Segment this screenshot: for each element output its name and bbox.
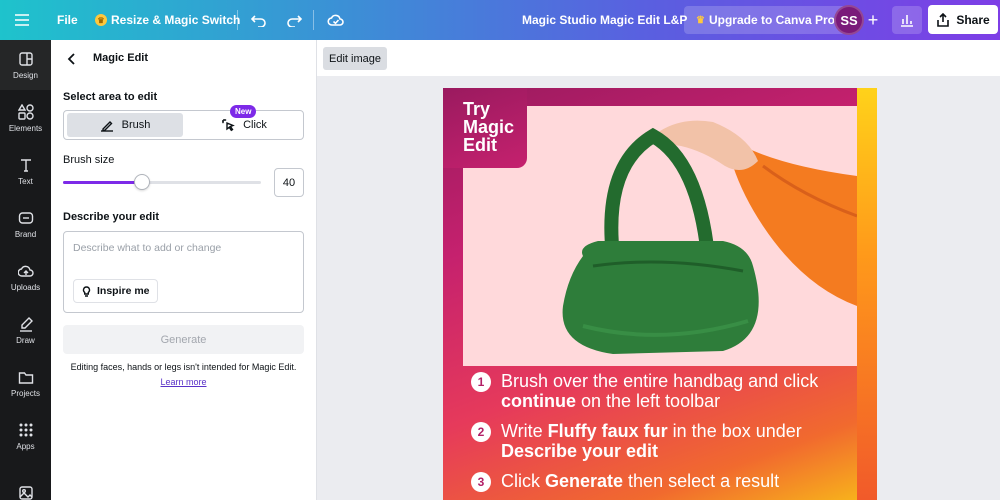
click-cursor-icon bbox=[222, 119, 235, 132]
rail-item-draw[interactable]: Draw bbox=[0, 305, 51, 355]
rail-item-uploads[interactable]: Uploads bbox=[0, 252, 51, 302]
magic-edit-panel: Magic Edit Select area to edit Brush Cli… bbox=[51, 40, 317, 500]
step-item[interactable]: 3 Click Generate then select a result bbox=[471, 471, 861, 492]
apps-grid-icon bbox=[19, 423, 32, 436]
step-text: Generate bbox=[545, 471, 624, 491]
resize-label: Resize & Magic Switch bbox=[111, 13, 241, 27]
rail-label: Draw bbox=[16, 335, 35, 345]
describe-placeholder: Describe what to add or change bbox=[73, 242, 222, 254]
analytics-icon[interactable] bbox=[892, 6, 922, 34]
step-text: Brush over the entire handbag and click bbox=[501, 371, 819, 391]
design-canvas[interactable]: Try Magic Edit 1 Brush over the entire ha… bbox=[443, 88, 877, 500]
rail-item-design[interactable]: Design bbox=[0, 40, 51, 90]
rail-label: Elements bbox=[8, 123, 43, 133]
share-icon bbox=[937, 12, 950, 27]
rail-item-photos[interactable] bbox=[0, 470, 51, 500]
cloud-upload-icon bbox=[17, 265, 34, 277]
step-number: 2 bbox=[471, 422, 491, 442]
crown-icon: ♛ bbox=[696, 14, 705, 26]
edit-image-button[interactable]: Edit image bbox=[323, 47, 387, 70]
avatar[interactable]: SS bbox=[834, 5, 864, 35]
step-number: 3 bbox=[471, 472, 491, 492]
new-badge: New bbox=[230, 105, 257, 118]
pen-icon bbox=[19, 316, 33, 332]
redo-icon[interactable] bbox=[285, 0, 303, 40]
text-icon bbox=[20, 158, 31, 172]
brush-size-slider[interactable] bbox=[63, 174, 261, 190]
image-icon bbox=[18, 486, 33, 500]
rail-label: Design bbox=[13, 70, 38, 80]
select-area-label: Select area to edit bbox=[63, 91, 158, 103]
rail-item-apps[interactable]: Apps bbox=[0, 411, 51, 461]
describe-label: Describe your edit bbox=[63, 211, 159, 223]
brush-label: Brush bbox=[121, 119, 151, 131]
rail-item-elements[interactable]: Elements bbox=[0, 93, 51, 143]
left-rail: Design Elements Text Brand Uploads Draw … bbox=[0, 40, 51, 500]
step-text: Describe your edit bbox=[501, 441, 659, 461]
undo-icon[interactable] bbox=[250, 0, 268, 40]
step-item[interactable]: 2 Write Fluffy faux fur in the box under … bbox=[471, 421, 861, 461]
brush-mode-button[interactable]: Brush bbox=[67, 113, 183, 137]
rail-item-projects[interactable]: Projects bbox=[0, 358, 51, 408]
brand-icon bbox=[18, 211, 33, 224]
crown-icon: ♛ bbox=[95, 14, 107, 26]
divider bbox=[237, 10, 238, 30]
inspire-me-button[interactable]: Inspire me bbox=[73, 279, 158, 303]
divider bbox=[313, 10, 314, 30]
describe-edit-textarea[interactable]: Describe what to add or change Inspire m… bbox=[63, 231, 304, 313]
step-text: Write bbox=[501, 421, 548, 441]
upgrade-button[interactable]: ♛ Upgrade to Canva Pro bbox=[684, 6, 847, 34]
brush-size-input[interactable]: 40 bbox=[274, 168, 304, 197]
file-menu[interactable]: File bbox=[57, 0, 78, 40]
upgrade-label: Upgrade to Canva Pro bbox=[708, 13, 835, 27]
instruction-steps: 1 Brush over the entire handbag and click… bbox=[471, 371, 861, 500]
step-text: on the left toolbar bbox=[576, 391, 721, 411]
step-text: then select a result bbox=[623, 471, 780, 491]
step-item[interactable]: 1 Brush over the entire handbag and click… bbox=[471, 371, 861, 411]
design-title[interactable]: Try Magic Edit bbox=[463, 100, 533, 154]
rail-item-brand[interactable]: Brand bbox=[0, 199, 51, 249]
context-toolbar bbox=[317, 40, 1000, 76]
generate-button[interactable]: Generate bbox=[63, 325, 304, 354]
brush-size-label: Brush size bbox=[63, 154, 115, 166]
shapes-icon bbox=[17, 103, 34, 120]
layout-icon bbox=[18, 51, 33, 66]
rail-label: Text bbox=[18, 176, 33, 186]
click-label: Click bbox=[243, 119, 267, 131]
disclaimer-text: Editing faces, hands or legs isn't inten… bbox=[70, 362, 297, 372]
resize-button[interactable]: ♛ Resize & Magic Switch bbox=[95, 0, 240, 40]
brush-icon bbox=[100, 121, 113, 132]
rail-label: Apps bbox=[16, 441, 35, 451]
step-text: continue bbox=[501, 391, 576, 411]
rail-label: Uploads bbox=[10, 282, 41, 292]
slider-fill bbox=[63, 181, 143, 184]
add-collaborator-icon[interactable]: + bbox=[866, 0, 880, 40]
rail-item-text[interactable]: Text bbox=[0, 146, 51, 196]
back-icon[interactable] bbox=[65, 52, 79, 66]
step-number: 1 bbox=[471, 372, 491, 392]
lightbulb-icon bbox=[82, 285, 91, 297]
top-bar: File ♛ Resize & Magic Switch Magic Studi… bbox=[0, 0, 1000, 40]
folder-icon bbox=[18, 371, 33, 384]
step-text: Fluffy faux fur bbox=[547, 421, 668, 441]
share-label: Share bbox=[956, 12, 990, 27]
rail-label: Projects bbox=[11, 388, 40, 398]
cloud-saved-icon[interactable] bbox=[327, 0, 345, 40]
share-button[interactable]: Share bbox=[928, 5, 998, 34]
slider-thumb[interactable] bbox=[134, 174, 151, 190]
mode-segmented-control: Brush Click bbox=[63, 110, 304, 140]
rail-label: Brand bbox=[14, 229, 37, 239]
menu-icon[interactable] bbox=[14, 0, 34, 40]
learn-more-link[interactable]: Learn more bbox=[63, 377, 304, 387]
panel-title: Magic Edit bbox=[93, 52, 149, 64]
step-text: in the box under bbox=[667, 421, 802, 441]
document-title[interactable]: Magic Studio Magic Edit L&P bbox=[522, 0, 687, 40]
inspire-label: Inspire me bbox=[97, 285, 150, 297]
step-text: Click bbox=[501, 471, 545, 491]
